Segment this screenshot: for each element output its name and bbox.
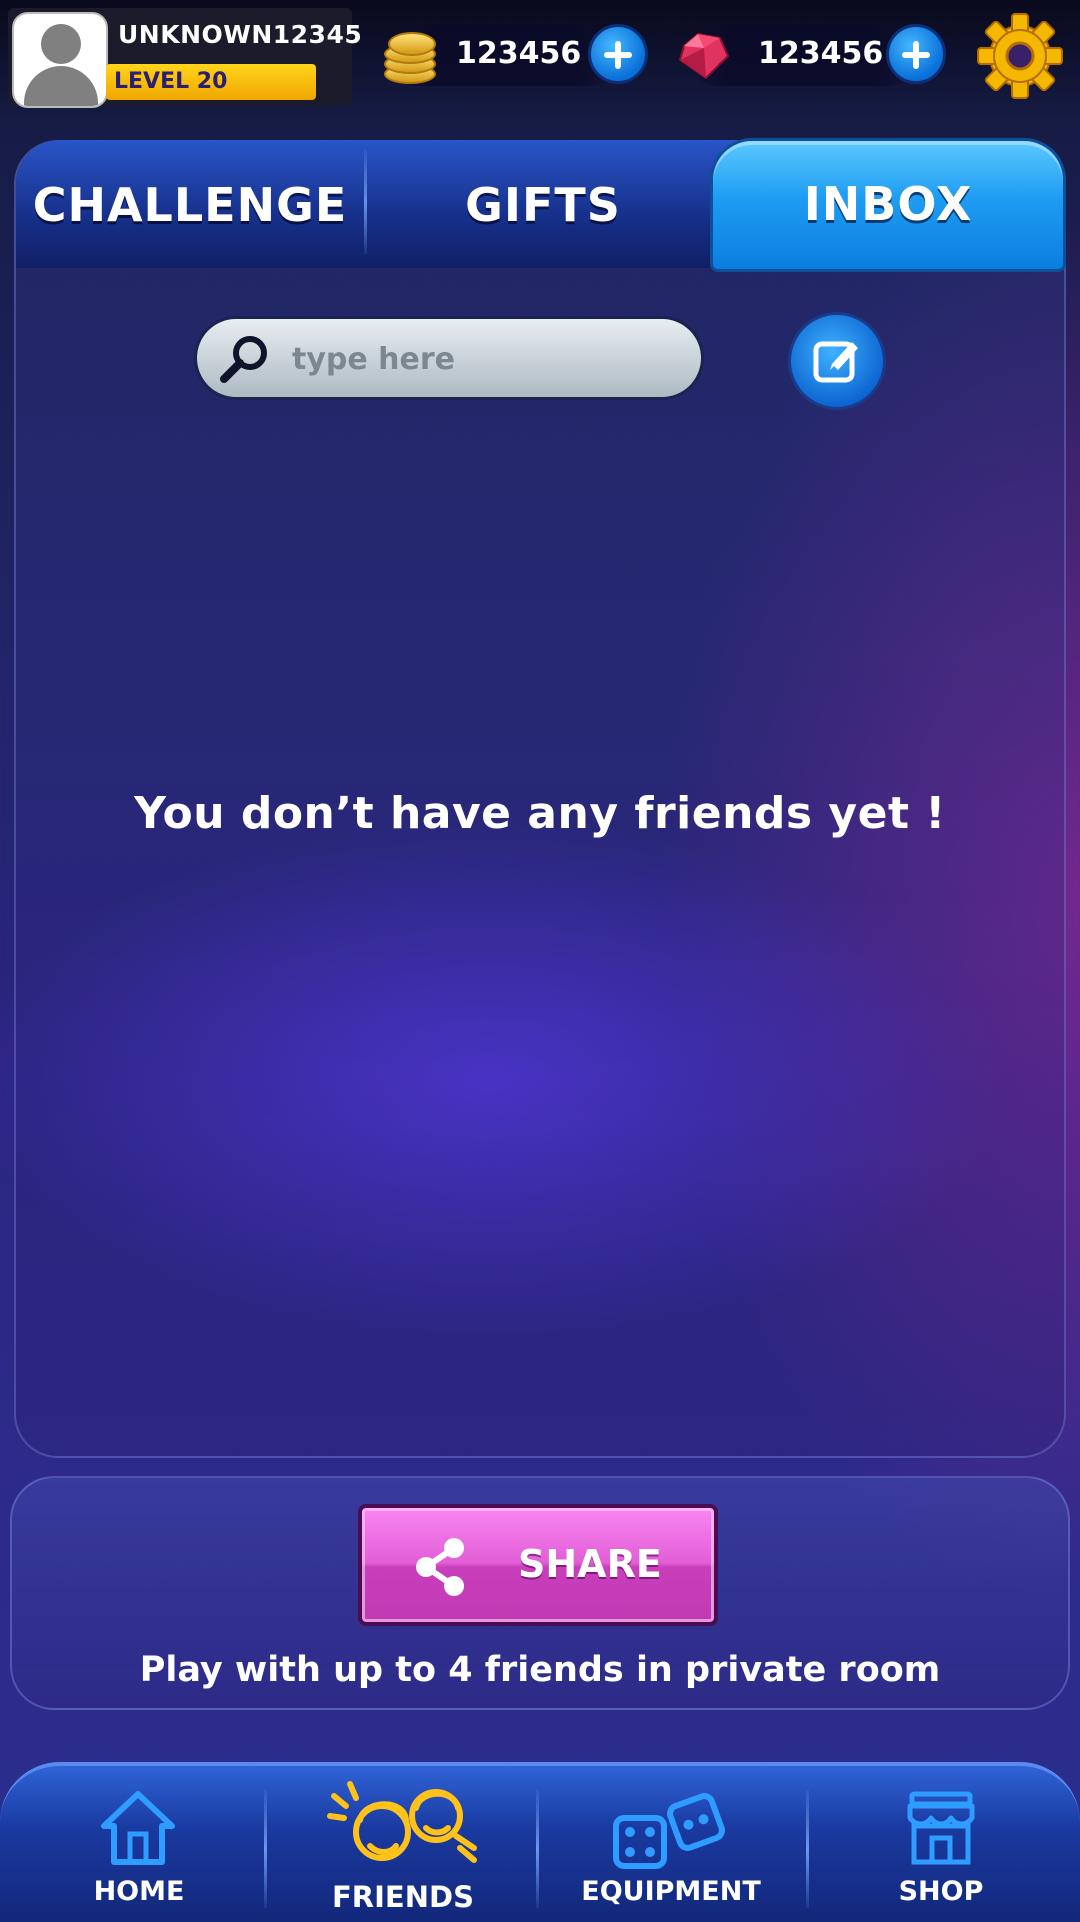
tab-challenge[interactable]: CHALLENGE [30, 140, 350, 268]
add-gems-button[interactable] [886, 24, 946, 84]
coins-value: 123456 [456, 36, 582, 71]
compose-icon [813, 341, 858, 383]
nav-home-label[interactable]: HOME [4, 1876, 274, 1907]
tab-inbox[interactable]: INBOX [710, 140, 1066, 268]
username: UNKNOWN12345 [118, 20, 363, 49]
share-caption: Play with up to 4 friends in private roo… [139, 1650, 941, 1690]
share-icon [416, 1538, 464, 1596]
search-icon [220, 336, 267, 383]
empty-state-message: You don’t have any friends yet ! [134, 788, 946, 839]
gem-icon [678, 32, 730, 80]
house-icon[interactable] [100, 1788, 176, 1868]
nav-equipment-label[interactable]: EQUIPMENT [536, 1876, 806, 1907]
dice-icon[interactable] [610, 1786, 730, 1876]
nav-shop-label[interactable]: SHOP [806, 1876, 1076, 1907]
gear-icon[interactable] [974, 10, 1066, 102]
tab-gifts[interactable]: GIFTS [380, 140, 706, 268]
share-label: SHARE [518, 1542, 662, 1586]
avatar[interactable] [12, 12, 108, 108]
gems-value: 123456 [758, 36, 884, 71]
tab-divider [364, 150, 367, 254]
search-input[interactable] [290, 326, 694, 392]
add-coins-button[interactable] [588, 24, 648, 84]
store-icon[interactable] [904, 1788, 978, 1868]
level-badge: LEVEL 20 [106, 64, 316, 100]
nav-friends-label[interactable]: FRIENDS [268, 1880, 538, 1914]
coin-stack-icon [380, 26, 436, 84]
friends-icon[interactable] [324, 1776, 484, 1880]
